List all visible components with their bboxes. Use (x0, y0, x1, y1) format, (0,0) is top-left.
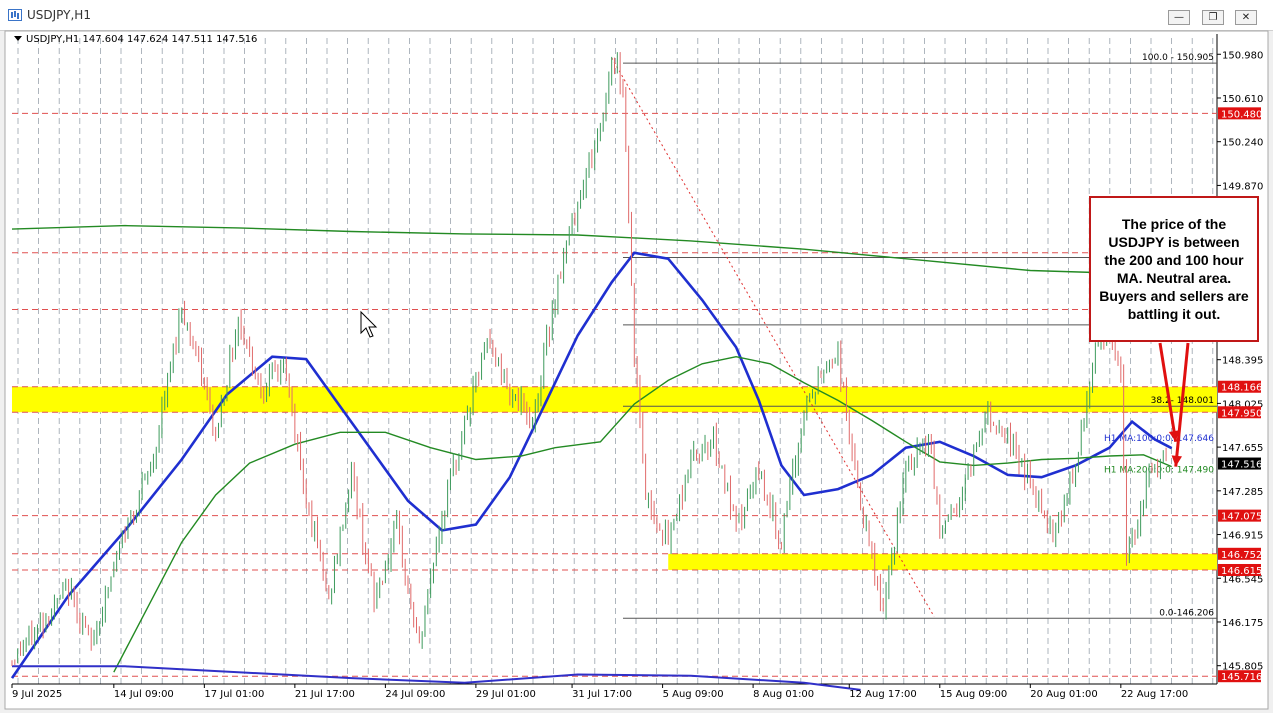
time-tick-label: 31 Jul 17:00 (572, 689, 632, 700)
time-tick-label: 22 Aug 17:00 (1121, 689, 1188, 700)
time-tick-label: 21 Jul 17:00 (295, 689, 355, 700)
price-tag-label: 150.480 (1221, 109, 1262, 120)
support-resistance-zone (12, 386, 1217, 413)
time-tick-label: 9 Jul 2025 (12, 689, 62, 700)
price-tag-label: 145.716 (1221, 672, 1262, 683)
price-tick-label: 150.610 (1222, 94, 1263, 105)
price-tag-label: 146.752 (1221, 550, 1262, 561)
price-tick-label: 150.980 (1222, 50, 1263, 61)
time-tick-label: 12 Aug 17:00 (849, 689, 916, 700)
moving-average-label: H1 MA:100:0:0: 147.646 (1104, 434, 1214, 444)
price-tag-label: 148.166 (1221, 383, 1262, 394)
price-tag-label: 147.950 (1221, 408, 1262, 419)
time-tick-label: 20 Aug 01:00 (1030, 689, 1097, 700)
time-tick-label: 15 Aug 09:00 (940, 689, 1007, 700)
time-tick-label: 14 Jul 09:00 (114, 689, 174, 700)
ohlc-values: USDJPY,H1 147.604 147.624 147.511 147.51… (26, 34, 258, 45)
price-tick-label: 146.915 (1222, 531, 1263, 542)
price-tick-label: 150.240 (1222, 138, 1263, 149)
price-tag-label: 147.075 (1221, 512, 1262, 523)
support-resistance-zone (668, 553, 1217, 570)
moving-average-label: H1 MA:200:0:0: 147.490 (1104, 466, 1214, 476)
price-chart[interactable]: 100.0 - 150.90538.2- 148.0010.0-146.206 … (0, 0, 1273, 713)
collapse-arrow-icon[interactable] (14, 36, 22, 41)
price-tick-label: 148.395 (1222, 356, 1263, 367)
price-tick-label: 149.870 (1222, 181, 1263, 192)
price-tick-label: 147.285 (1222, 487, 1263, 498)
chart-frame (4, 30, 1269, 710)
fib-level-label: 100.0 - 150.905 (1142, 53, 1214, 63)
annotation-text: The price of the USDJPY is between the 2… (1099, 216, 1249, 322)
fib-level-label: 0.0-146.206 (1159, 608, 1214, 618)
ohlc-header: USDJPY,H1 147.604 147.624 147.511 147.51… (14, 34, 257, 45)
time-tick-label: 24 Jul 09:00 (385, 689, 445, 700)
time-tick-label: 29 Jul 01:00 (476, 689, 536, 700)
price-tick-label: 146.175 (1222, 618, 1263, 629)
price-tag-label: 146.615 (1221, 566, 1262, 577)
time-tick-label: 17 Jul 01:00 (204, 689, 264, 700)
price-tick-label: 147.655 (1222, 443, 1263, 454)
time-tick-label: 5 Aug 09:00 (663, 689, 724, 700)
price-tag-label: 147.516 (1221, 460, 1262, 471)
annotation-box: The price of the USDJPY is between the 2… (1089, 196, 1259, 342)
time-tick-label: 8 Aug 01:00 (753, 689, 814, 700)
